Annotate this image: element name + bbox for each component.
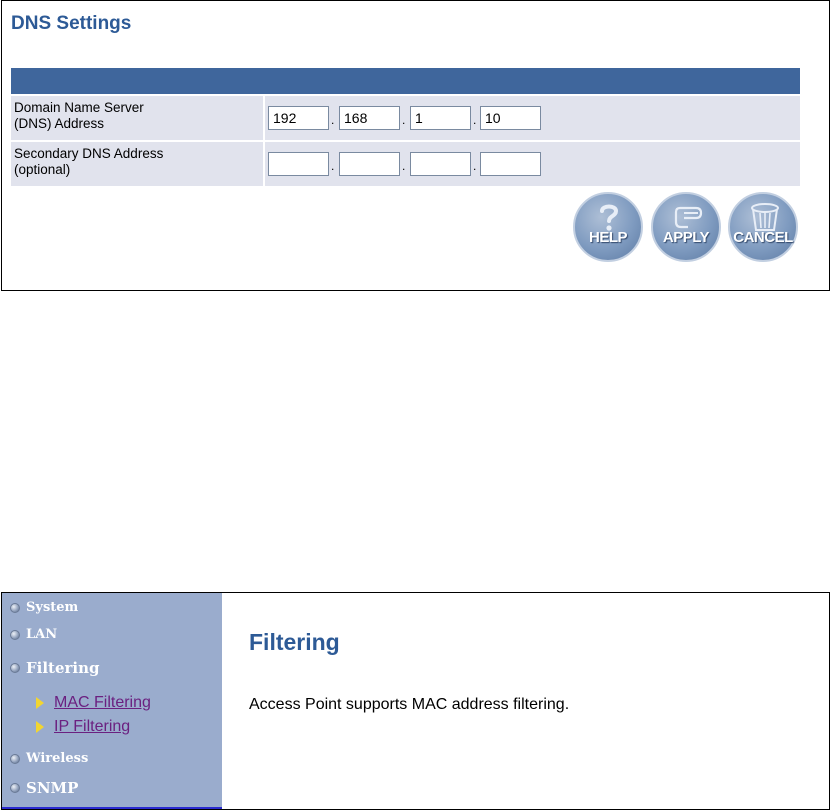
sidebar-subitem-ip-filtering: IP Filtering xyxy=(36,718,130,736)
dns-secondary-octet-1[interactable] xyxy=(268,152,329,176)
page-title: DNS Settings xyxy=(11,13,132,34)
mac-filtering-link[interactable]: MAC Filtering xyxy=(54,694,151,712)
sidebar-subitem-mac-filtering: MAC Filtering xyxy=(36,694,151,712)
dns-settings-panel: DNS Settings Domain Name Server (DNS) Ad… xyxy=(1,0,830,291)
bullet-icon xyxy=(10,753,20,764)
sidebar-item-label: Filtering xyxy=(26,659,100,677)
table-header-bar xyxy=(11,68,800,94)
octet-separator: . xyxy=(402,159,406,173)
cancel-button-label: CANCEL xyxy=(733,229,793,246)
label-line: (DNS) Address xyxy=(14,116,105,131)
bullet-icon xyxy=(10,783,20,793)
dns-primary-row: Domain Name Server (DNS) Address . . . xyxy=(11,96,800,140)
apply-button[interactable]: APPLY xyxy=(651,192,721,262)
sidebar-item-label: SNMP xyxy=(26,779,79,797)
sidebar-item-filtering[interactable]: Filtering xyxy=(10,659,100,677)
bullet-icon xyxy=(10,629,20,640)
sidebar-item-label: LAN xyxy=(26,627,58,642)
sidebar-item-snmp[interactable]: SNMP xyxy=(10,779,78,797)
sidebar: System LAN Filtering MAC Filtering IP Fi… xyxy=(2,593,222,809)
octet-separator: . xyxy=(402,113,406,127)
bullet-icon xyxy=(10,602,20,613)
help-button[interactable]: HELP xyxy=(573,192,643,262)
sidebar-item-label: System xyxy=(26,600,79,615)
dns-secondary-row: Secondary DNS Address (optional) . . . xyxy=(11,142,800,186)
sidebar-item-system[interactable]: System xyxy=(10,600,78,615)
dns-primary-octet-3[interactable] xyxy=(410,106,471,130)
dns-primary-octet-1[interactable] xyxy=(268,106,329,130)
section-description: Access Point supports MAC address filter… xyxy=(249,696,570,713)
bullet-icon xyxy=(10,663,20,673)
section-title: Filtering xyxy=(249,629,340,655)
octet-separator: . xyxy=(331,159,335,173)
octet-separator: . xyxy=(473,159,477,173)
apply-button-label: APPLY xyxy=(662,229,710,246)
sidebar-item-lan[interactable]: LAN xyxy=(10,627,57,642)
octet-separator: . xyxy=(473,113,477,127)
arrow-right-icon xyxy=(36,697,44,709)
dns-primary-label: Domain Name Server (DNS) Address xyxy=(11,96,263,140)
dns-secondary-octet-4[interactable] xyxy=(480,152,541,176)
octet-separator: . xyxy=(331,113,335,127)
dns-primary-fields: . . . xyxy=(265,96,800,140)
filtering-panel: System LAN Filtering MAC Filtering IP Fi… xyxy=(1,592,830,810)
label-line: (optional) xyxy=(14,162,71,177)
dns-primary-octet-4[interactable] xyxy=(480,106,541,130)
arrow-right-icon xyxy=(36,721,44,733)
ip-filtering-link[interactable]: IP Filtering xyxy=(54,718,130,736)
sidebar-item-wireless[interactable]: Wireless xyxy=(10,751,88,766)
sidebar-item-label: Wireless xyxy=(26,751,89,766)
label-line: Domain Name Server xyxy=(14,100,144,115)
dns-secondary-octet-3[interactable] xyxy=(410,152,471,176)
cancel-button[interactable]: CANCEL xyxy=(728,192,798,262)
dns-primary-octet-2[interactable] xyxy=(339,106,400,130)
help-button-label: HELP xyxy=(588,229,628,246)
dns-secondary-fields: . . . xyxy=(265,142,800,186)
dns-secondary-octet-2[interactable] xyxy=(339,152,400,176)
dns-secondary-label: Secondary DNS Address (optional) xyxy=(11,142,263,186)
sidebar-highlight-bar xyxy=(2,807,222,809)
label-line: Secondary DNS Address xyxy=(14,146,164,161)
